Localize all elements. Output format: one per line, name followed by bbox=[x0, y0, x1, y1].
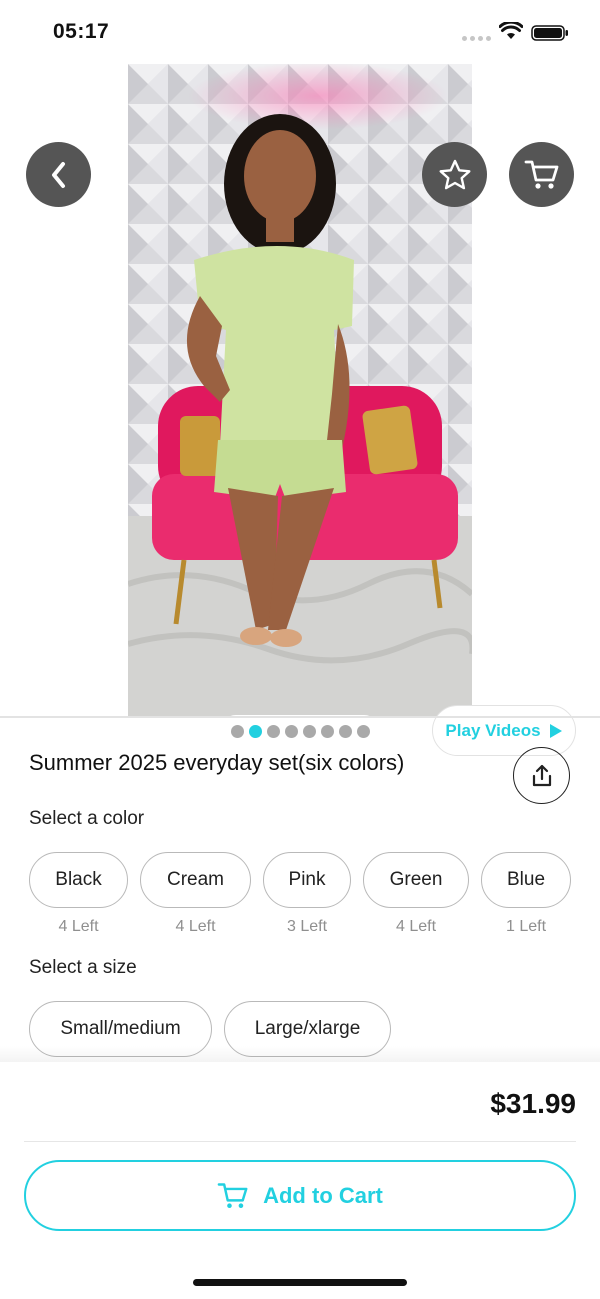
size-section-label: Select a size bbox=[29, 957, 137, 978]
stock-count: 3 Left bbox=[286, 918, 328, 935]
wifi-icon bbox=[499, 22, 523, 39]
stock-count: 4 Left bbox=[175, 918, 216, 935]
cart-icon bbox=[217, 1182, 248, 1208]
product-title: Summer 2025 everyday set(six colors) bbox=[29, 750, 405, 775]
color-option-pink[interactable]: Pink bbox=[263, 852, 351, 908]
divider bbox=[24, 1141, 576, 1142]
color-option-green[interactable]: Green bbox=[363, 852, 469, 908]
color-section-label: Select a color bbox=[29, 808, 145, 829]
favorite-button[interactable] bbox=[422, 142, 487, 207]
image-pager[interactable] bbox=[220, 715, 380, 747]
pager-dot[interactable] bbox=[338, 724, 352, 738]
share-icon bbox=[532, 764, 551, 786]
status-bar: 05:17 bbox=[0, 0, 600, 64]
cart-icon bbox=[524, 160, 558, 189]
status-time: 05:17 bbox=[53, 20, 110, 43]
pager-dot[interactable] bbox=[284, 724, 298, 738]
signal-icon bbox=[462, 36, 491, 41]
home-indicator[interactable] bbox=[193, 1279, 407, 1286]
stock-count: 1 Left bbox=[505, 918, 547, 935]
pager-dot[interactable] bbox=[356, 724, 370, 738]
product-gallery[interactable]: Play Videos bbox=[0, 64, 600, 756]
pager-dot[interactable] bbox=[266, 724, 280, 738]
stock-count: 4 Left bbox=[58, 918, 99, 935]
pager-dot[interactable] bbox=[230, 724, 244, 738]
divider bbox=[0, 716, 600, 718]
star-icon bbox=[439, 159, 470, 189]
pager-dot[interactable] bbox=[320, 724, 334, 738]
stock-count: 4 Left bbox=[395, 918, 437, 935]
chevron-left-icon bbox=[51, 161, 65, 188]
play-videos-label: Play Videos bbox=[445, 720, 541, 740]
add-to-cart-button[interactable]: Add to Cart bbox=[24, 1160, 576, 1231]
play-videos-button[interactable]: Play Videos bbox=[432, 705, 576, 756]
cart-button[interactable] bbox=[509, 142, 574, 207]
add-to-cart-label: Add to Cart bbox=[263, 1182, 383, 1208]
color-option-cream[interactable]: Cream bbox=[140, 852, 251, 908]
color-option-black[interactable]: Black bbox=[29, 852, 128, 908]
pager-dot[interactable] bbox=[302, 724, 316, 738]
play-icon bbox=[549, 723, 562, 738]
pager-dot[interactable] bbox=[248, 724, 262, 738]
battery-icon bbox=[531, 25, 568, 41]
product-price: $31.99 bbox=[490, 1088, 576, 1119]
color-option-blue[interactable]: Blue bbox=[481, 852, 571, 908]
back-button[interactable] bbox=[26, 142, 91, 207]
product-photo[interactable] bbox=[128, 64, 472, 716]
share-button[interactable] bbox=[513, 747, 570, 804]
